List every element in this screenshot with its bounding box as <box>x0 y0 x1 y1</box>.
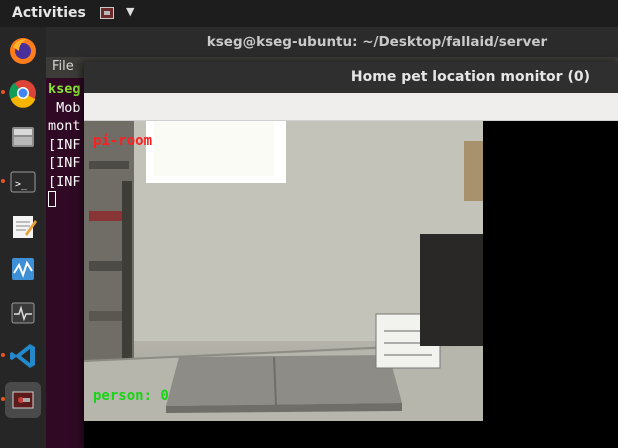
terminal-title: kseg@kseg-ubuntu: ~/Desktop/fallaid/serv… <box>206 34 548 50</box>
terminal-line: [INF <box>48 173 81 190</box>
files-icon[interactable] <box>5 119 41 155</box>
camera-feed: pi-room person: 0 <box>84 121 483 421</box>
terminal-line: kseg <box>48 81 81 97</box>
terminal-line: mont <box>48 118 81 134</box>
window-app-icon[interactable] <box>100 7 114 19</box>
firefox-icon[interactable] <box>5 33 41 69</box>
terminal-icon[interactable]: >_ <box>5 164 41 200</box>
menu-file[interactable]: File <box>52 59 74 74</box>
svg-text:>_: >_ <box>15 179 28 190</box>
monitor-toolbar <box>84 93 618 121</box>
system-monitor-icon[interactable] <box>5 251 41 287</box>
terminal-titlebar[interactable]: kseg@kseg-ubuntu: ~/Desktop/fallaid/serv… <box>46 27 618 57</box>
activities-button[interactable]: Activities <box>12 5 86 21</box>
terminal-line: [INF <box>48 136 81 153</box>
terminal-line: Mob <box>48 99 81 116</box>
top-bar: Activities ▼ <box>0 0 618 27</box>
terminal-line: [INF <box>48 155 81 171</box>
room-label: pi-room <box>93 133 153 149</box>
vscode-icon[interactable] <box>5 338 41 374</box>
caret-down-icon[interactable]: ▼ <box>126 5 134 18</box>
terminal-output[interactable]: kseg Mob mont [INF [INF [INF <box>48 80 81 210</box>
chrome-icon[interactable] <box>5 75 41 111</box>
person-count-label: person: 0 <box>93 388 169 404</box>
monitor-titlebar[interactable]: Home pet location monitor (0) <box>84 62 618 93</box>
terminal-cursor <box>48 191 56 207</box>
room-scene <box>84 121 483 421</box>
text-editor-icon[interactable] <box>5 208 41 244</box>
waveform-icon[interactable] <box>5 295 41 331</box>
dock: >_ <box>0 27 46 448</box>
pet-monitor-app-icon[interactable] <box>5 382 41 418</box>
pet-monitor-window: Home pet location monitor (0) pi-room pe… <box>84 62 618 448</box>
monitor-title: Home pet location monitor (0) <box>350 69 590 85</box>
